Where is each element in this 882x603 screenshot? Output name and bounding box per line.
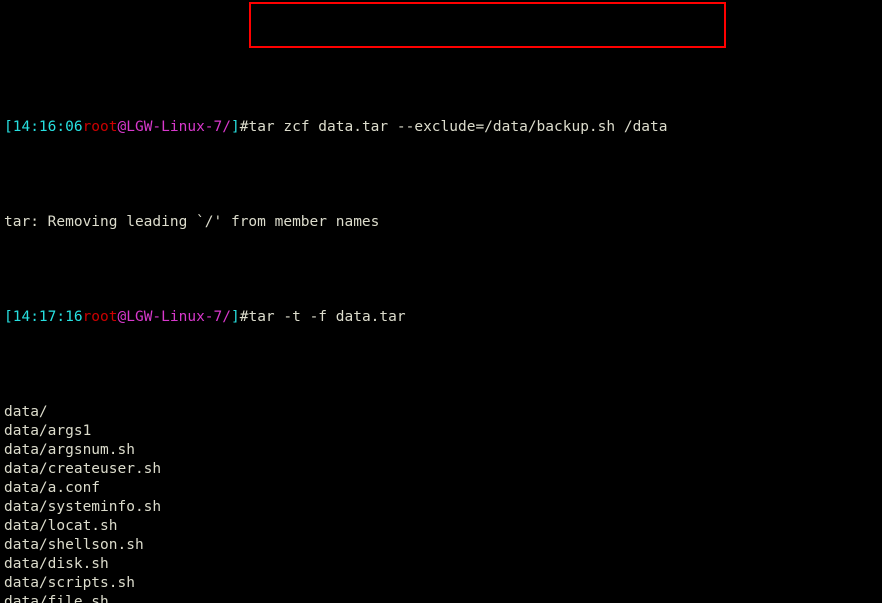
highlight-annotation	[249, 2, 726, 48]
cwd: /	[222, 119, 231, 135]
listing-entry: data/disk.sh	[4, 555, 878, 574]
prompt-line-1: [14:16:06root@LGW-Linux-7/]#tar zcf data…	[4, 118, 878, 137]
cwd: /	[222, 309, 231, 325]
listing-entry: data/	[4, 403, 878, 422]
command-text: tar -t -f data.tar	[248, 309, 405, 325]
terminal[interactable]: [14:16:06root@LGW-Linux-7/]#tar zcf data…	[0, 0, 882, 603]
listing-entry: data/a.conf	[4, 479, 878, 498]
timestamp: 14:17:16	[13, 309, 83, 325]
listing-entry: data/file.sh	[4, 593, 878, 603]
prompt-line-2: [14:17:16root@LGW-Linux-7/]#tar -t -f da…	[4, 308, 878, 327]
tar-listing: data/data/args1data/argsnum.shdata/creat…	[4, 403, 878, 603]
listing-entry: data/locat.sh	[4, 517, 878, 536]
timestamp: 14:16:06	[13, 119, 83, 135]
user: root	[83, 309, 118, 325]
hostname: LGW-Linux-7	[126, 309, 222, 325]
command-text: tar zcf data.tar --exclude=/data/backup.…	[248, 119, 667, 135]
listing-entry: data/args1	[4, 422, 878, 441]
hostname: LGW-Linux-7	[126, 119, 222, 135]
listing-entry: data/systeminfo.sh	[4, 498, 878, 517]
listing-entry: data/createuser.sh	[4, 460, 878, 479]
tar-warning: tar: Removing leading `/' from member na…	[4, 213, 878, 232]
bracket-close: ]	[231, 309, 240, 325]
listing-entry: data/shellson.sh	[4, 536, 878, 555]
listing-entry: data/scripts.sh	[4, 574, 878, 593]
bracket-open: [	[4, 119, 13, 135]
listing-entry: data/argsnum.sh	[4, 441, 878, 460]
user: root	[83, 119, 118, 135]
at-sign: @	[118, 119, 127, 135]
bracket-close: ]	[231, 119, 240, 135]
bracket-open: [	[4, 309, 13, 325]
at-sign: @	[118, 309, 127, 325]
